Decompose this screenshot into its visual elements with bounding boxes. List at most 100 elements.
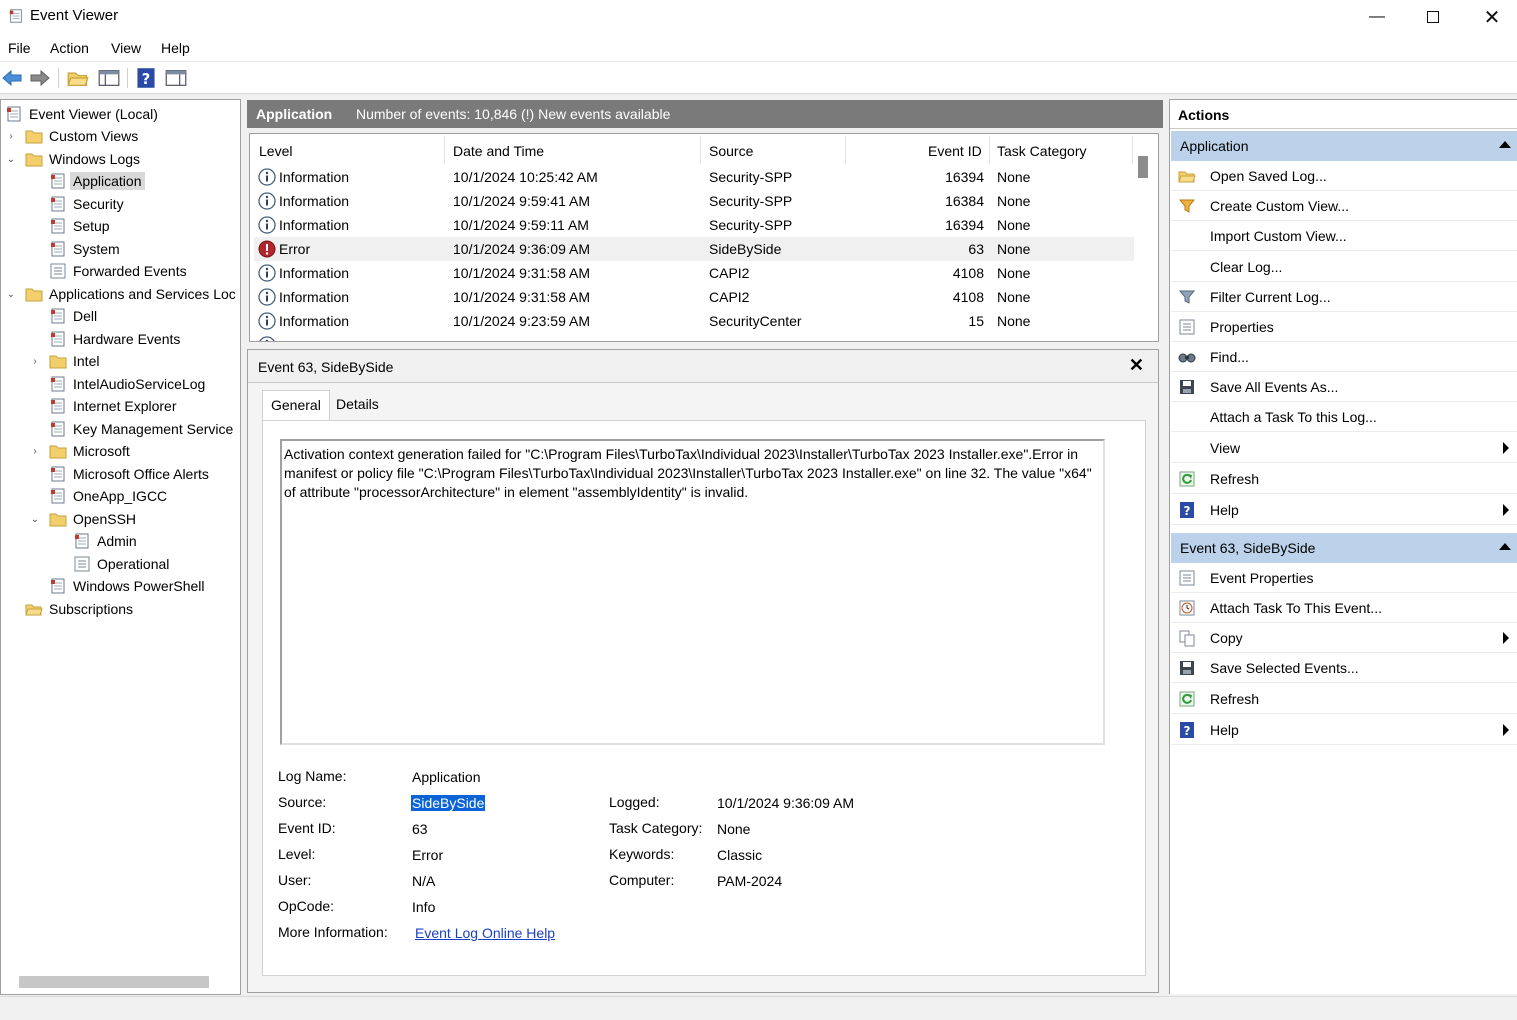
action-view[interactable]: View (1171, 433, 1517, 463)
event-description[interactable]: Activation context generation failed for… (280, 439, 1105, 745)
tree-item-forwarded-events[interactable]: Forwarded Events (49, 260, 187, 282)
open-folder-icon (1178, 167, 1196, 185)
chevron-down-icon[interactable]: ⌄ (5, 289, 17, 300)
tree-item-hardware-events[interactable]: Hardware Events (49, 328, 180, 350)
folder-icon (49, 510, 67, 528)
forward-arrow-icon[interactable] (29, 67, 51, 89)
up-folder-icon[interactable] (67, 67, 89, 89)
actions-section-application[interactable]: Application (1171, 131, 1517, 161)
action-save-selected-events[interactable]: Save Selected Events... (1171, 653, 1517, 683)
tree-item-oneapp-igcc[interactable]: OneApp_IGCC (49, 485, 167, 507)
event-row-selected[interactable]: Error 10/1/2024 9:36:09 AM SideBySide 63… (254, 237, 1134, 261)
log-icon (49, 397, 67, 415)
tree-item-security[interactable]: Security (49, 193, 124, 215)
information-icon (258, 216, 276, 234)
column-header-level[interactable]: Level (259, 143, 292, 159)
maximize-button[interactable] (1404, 0, 1462, 34)
column-header-source[interactable]: Source (709, 143, 753, 159)
action-copy[interactable]: Copy (1171, 623, 1517, 653)
tree-item-dell[interactable]: Dell (49, 305, 97, 327)
tree-item-microsoft[interactable]: › Microsoft (29, 440, 129, 462)
collapse-caret-icon[interactable] (1499, 141, 1511, 148)
action-save-all-events[interactable]: Save All Events As... (1171, 372, 1517, 402)
action-filter-current-log[interactable]: Filter Current Log... (1171, 282, 1517, 312)
tree-item-internet-explorer[interactable]: Internet Explorer (49, 395, 177, 417)
log-icon (49, 172, 67, 190)
information-icon (258, 336, 276, 342)
tree-item-intel[interactable]: › Intel (29, 350, 99, 372)
event-row[interactable]: Information 10/1/2024 9:59:11 AM Securit… (254, 213, 1134, 237)
tree-item-windows-powershell[interactable]: Windows PowerShell (49, 575, 205, 597)
action-open-saved-log[interactable]: Open Saved Log... (1171, 161, 1517, 191)
close-button[interactable]: ✕ (1463, 0, 1517, 34)
events-summary: Number of events: 10,846 (!) New events … (356, 106, 671, 122)
chevron-down-icon[interactable]: ⌄ (29, 514, 41, 525)
value-computer: PAM-2024 (717, 873, 783, 889)
minimize-button[interactable]: — (1348, 0, 1406, 34)
tree-item-admin[interactable]: Admin (73, 530, 137, 552)
label-computer: Computer: (609, 872, 675, 888)
column-header-date[interactable]: Date and Time (453, 143, 544, 159)
event-row[interactable]: Information 10/1/2024 9:31:58 AM CAPI2 4… (254, 285, 1134, 309)
tree-item-intel-audio[interactable]: IntelAudioServiceLog (49, 373, 205, 395)
tree-item-openssh[interactable]: ⌄ OpenSSH (29, 508, 136, 530)
event-row[interactable]: Information 10/1/2024 9:31:58 AM CAPI2 4… (254, 261, 1134, 285)
copy-icon (1178, 629, 1196, 647)
tree-item-custom-views[interactable]: › Custom Views (5, 125, 138, 147)
action-attach-task-to-event[interactable]: Attach Task To This Event... (1171, 593, 1517, 623)
action-event-properties[interactable]: Event Properties (1171, 563, 1517, 593)
chevron-right-icon[interactable]: › (29, 446, 41, 457)
tree-item-apps-and-services[interactable]: ⌄ Applications and Services Loc (5, 283, 236, 305)
tree-item-system[interactable]: System (49, 238, 120, 260)
tree-item-event-viewer-local[interactable]: Event Viewer (Local) (5, 103, 158, 125)
action-properties[interactable]: Properties (1171, 312, 1517, 342)
chevron-right-icon[interactable]: › (5, 131, 17, 142)
action-help-event[interactable]: Help (1171, 715, 1517, 745)
action-refresh-event[interactable]: Refresh (1171, 684, 1517, 714)
show-action-pane-icon[interactable] (165, 67, 187, 89)
task-clock-icon (1178, 599, 1196, 617)
chevron-down-icon[interactable]: ⌄ (5, 154, 17, 165)
action-find[interactable]: Find... (1171, 342, 1517, 372)
collapse-caret-icon[interactable] (1499, 543, 1511, 550)
tree-item-windows-logs[interactable]: ⌄ Windows Logs (5, 148, 140, 170)
menu-file[interactable]: File (8, 40, 31, 56)
action-refresh[interactable]: Refresh (1171, 464, 1517, 494)
window-title: Event Viewer (30, 7, 119, 24)
vertical-scrollbar-thumb[interactable] (1138, 156, 1148, 178)
menu-action[interactable]: Action (50, 40, 89, 56)
column-header-event-id[interactable]: Event ID (928, 143, 982, 159)
tab-details[interactable]: Details (328, 390, 387, 420)
tree-item-operational[interactable]: Operational (73, 553, 169, 575)
action-create-custom-view[interactable]: Create Custom View... (1171, 191, 1517, 221)
tree-item-setup[interactable]: Setup (49, 215, 110, 237)
horizontal-scrollbar-thumb[interactable] (19, 976, 209, 988)
actions-section-event[interactable]: Event 63, SideBySide (1171, 533, 1517, 563)
tree-item-office-alerts[interactable]: Microsoft Office Alerts (49, 463, 209, 485)
value-user: N/A (412, 873, 436, 889)
tab-general[interactable]: General (262, 390, 330, 420)
event-row-partial[interactable] (254, 333, 1134, 342)
value-source[interactable]: SideBySide (411, 795, 486, 811)
tree-item-application[interactable]: Application (49, 170, 145, 192)
menu-view[interactable]: View (111, 40, 141, 56)
show-hide-tree-icon[interactable] (98, 67, 120, 89)
menu-help[interactable]: Help (161, 40, 190, 56)
chevron-right-icon[interactable]: › (29, 356, 41, 367)
event-row[interactable]: Information 10/1/2024 9:59:41 AM Securit… (254, 189, 1134, 213)
event-log-online-help-link[interactable]: Event Log Online Help (415, 925, 555, 941)
column-header-task-category[interactable]: Task Category (997, 143, 1086, 159)
action-clear-log[interactable]: Clear Log... (1171, 252, 1517, 282)
tree-item-subscriptions[interactable]: Subscriptions (25, 598, 133, 620)
close-detail-icon[interactable]: ✕ (1129, 355, 1144, 376)
event-row[interactable]: Information 10/1/2024 9:23:59 AM Securit… (254, 309, 1134, 333)
action-help[interactable]: Help (1171, 495, 1517, 525)
tree-item-key-management[interactable]: Key Management Service (49, 418, 233, 440)
event-row[interactable]: Information 10/1/2024 10:25:42 AM Securi… (254, 165, 1134, 189)
back-arrow-icon[interactable] (1, 67, 23, 89)
log-icon (49, 195, 67, 213)
action-attach-task-to-log[interactable]: Attach a Task To this Log... (1171, 402, 1517, 432)
save-icon (1178, 378, 1196, 396)
help-icon[interactable] (135, 67, 157, 89)
action-import-custom-view[interactable]: Import Custom View... (1171, 221, 1517, 251)
